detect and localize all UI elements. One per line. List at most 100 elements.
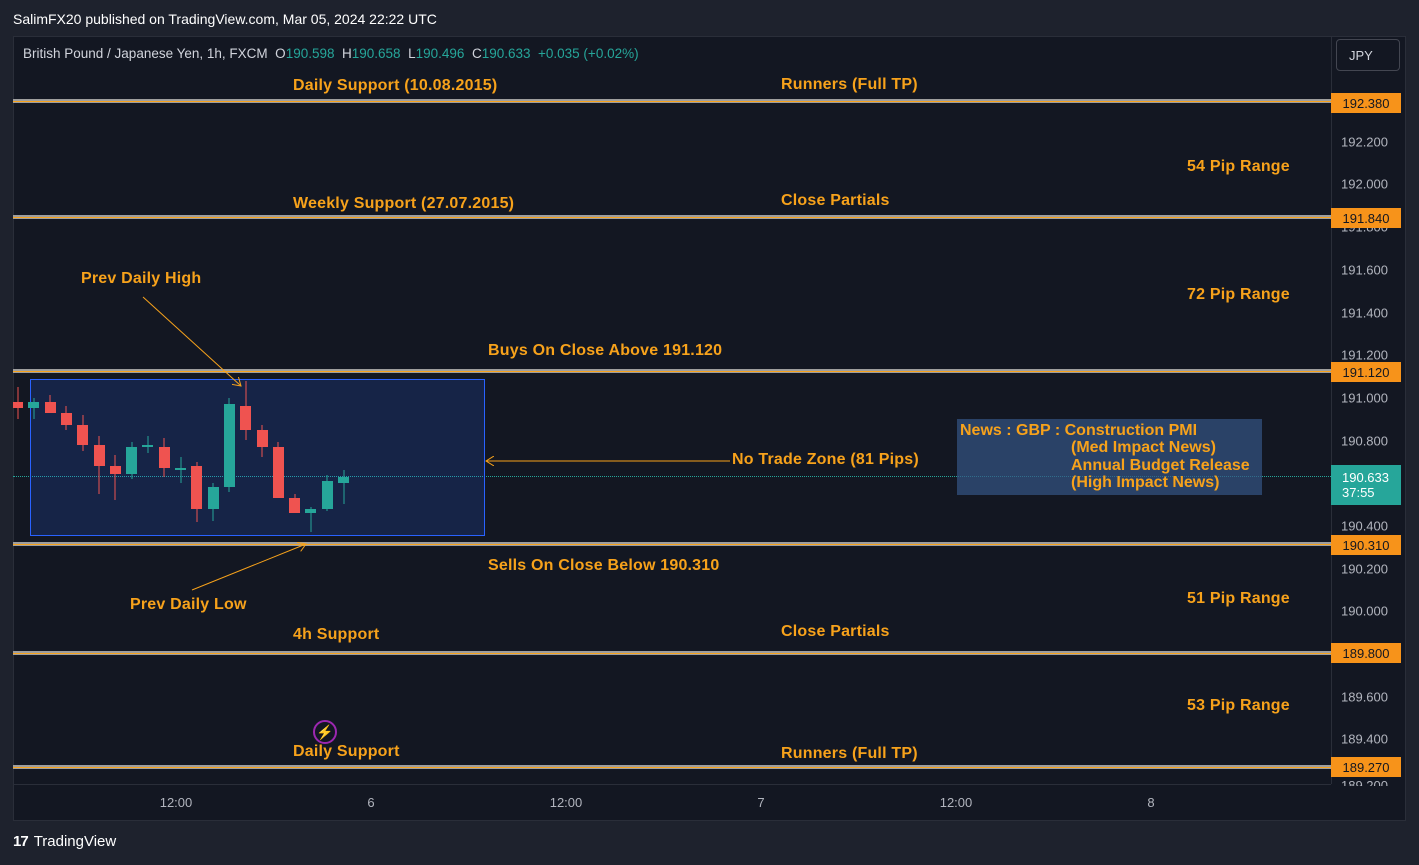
symbol-name[interactable]: British Pound / Japanese Yen, 1h, FXCM [23, 46, 268, 61]
price-tick: 189.600 [1341, 689, 1388, 705]
high-value: 190.658 [351, 46, 401, 61]
pip-range-51-label[interactable]: 51 Pip Range [1187, 590, 1290, 608]
time-tick: 7 [757, 795, 765, 810]
price-tick: 189.200 [1341, 778, 1388, 786]
candle-wick [114, 455, 116, 501]
candle [321, 474, 333, 511]
candle-body [256, 429, 268, 447]
candle-body [289, 498, 301, 513]
candle-wick [180, 457, 181, 484]
candle [77, 414, 89, 451]
price-tick: 191.200 [1341, 347, 1388, 363]
last-price-value: 190.633 [1342, 470, 1389, 485]
candle [44, 395, 56, 413]
candle-body [305, 508, 317, 513]
price-tick: 190.200 [1341, 561, 1388, 577]
price-tick: 191.600 [1341, 262, 1388, 278]
pip-range-53-label[interactable]: 53 Pip Range [1187, 697, 1290, 715]
candle [158, 438, 170, 477]
level-line-192380[interactable] [13, 99, 1331, 103]
close-partials-label-2[interactable]: Close Partials [781, 623, 890, 641]
prev-daily-low-label[interactable]: Prev Daily Low [130, 596, 247, 614]
candle [207, 483, 219, 522]
candle-body [28, 401, 40, 409]
level-line-191120[interactable] [13, 369, 1331, 373]
candle [256, 425, 268, 458]
level-line-189800[interactable] [13, 651, 1331, 655]
pip-range-72-label[interactable]: 72 Pip Range [1187, 286, 1290, 304]
price-tick: 191.000 [1341, 390, 1388, 406]
candle-body [338, 476, 349, 484]
open-value: 190.598 [285, 46, 335, 61]
level-badge-191840[interactable]: 191.840 [1331, 208, 1401, 228]
candle-body [191, 465, 203, 509]
candle [289, 493, 301, 513]
level-badge-189270[interactable]: 189.270 [1331, 757, 1401, 777]
runners-label-2[interactable]: Runners (Full TP) [781, 745, 918, 763]
prev-daily-high-label[interactable]: Prev Daily High [81, 270, 201, 288]
level-badge-189800[interactable]: 189.800 [1331, 643, 1401, 663]
support-4h-label[interactable]: 4h Support [293, 626, 379, 644]
candle [175, 457, 186, 484]
countdown-value: 37:55 [1342, 485, 1375, 500]
time-scale[interactable]: 12:00 6 12:00 7 12:00 8 [13, 784, 1331, 820]
weekly-support-label[interactable]: Weekly Support (27.07.2015) [293, 195, 514, 213]
publish-header: SalimFX20 published on TradingView.com, … [0, 0, 1419, 36]
low-key: L [408, 46, 416, 61]
tradingview-brand: TradingView [33, 833, 117, 850]
price-tick: 190.400 [1341, 518, 1388, 534]
close-value: 190.633 [481, 46, 531, 61]
candle-body [272, 446, 284, 498]
low-value: 190.496 [415, 46, 465, 61]
tradingview-watermark[interactable]: 17 TradingView [13, 833, 116, 850]
time-tick: 12:00 [939, 795, 973, 810]
candle-wick [33, 397, 35, 419]
level-line-190310[interactable] [13, 542, 1331, 546]
candle-body [44, 401, 56, 413]
buys-on-close-label[interactable]: Buys On Close Above 191.120 [488, 342, 722, 360]
news-line-2: (Med Impact News) [1071, 439, 1216, 456]
level-badge-192380[interactable]: 192.380 [1331, 93, 1401, 113]
price-tick: 189.400 [1341, 731, 1388, 747]
runners-label-1[interactable]: Runners (Full TP) [781, 76, 918, 94]
publish-line: SalimFX20 published on TradingView.com, … [13, 11, 437, 27]
daily-support-label-2[interactable]: Daily Support [293, 743, 400, 761]
candle [13, 386, 23, 419]
no-trade-zone-label[interactable]: No Trade Zone (81 Pips) [732, 451, 919, 469]
candle [60, 406, 72, 430]
news-title[interactable]: News : GBP : Construction PMI [960, 422, 1197, 440]
change-value: +0.035 (+0.02%) [538, 46, 639, 61]
time-tick: 8 [1147, 795, 1155, 810]
price-scale[interactable]: 192.200 192.000 191.800 191.600 191.400 … [1331, 36, 1406, 786]
sells-on-close-label[interactable]: Sells On Close Below 190.310 [488, 557, 719, 575]
level-badge-191120[interactable]: 191.120 [1331, 362, 1401, 382]
time-tick: 12:00 [159, 795, 193, 810]
close-partials-label-1[interactable]: Close Partials [781, 192, 890, 210]
price-tick: 192.000 [1341, 176, 1388, 192]
candle-wick [343, 470, 344, 505]
lightning-event-icon[interactable]: ⚡ [313, 720, 337, 744]
pip-range-54-label[interactable]: 54 Pip Range [1187, 158, 1290, 176]
price-tick: 190.800 [1341, 433, 1388, 449]
news-line-3: Annual Budget Release [1071, 457, 1250, 474]
price-tick: 192.200 [1341, 134, 1388, 150]
chart-pane[interactable] [13, 36, 1331, 784]
candle [338, 470, 349, 505]
time-tick: 6 [367, 795, 375, 810]
candle [223, 397, 235, 492]
candle [126, 442, 138, 479]
symbol-info[interactable]: British Pound / Japanese Yen, 1h, FXCM O… [23, 46, 639, 61]
level-badge-190310[interactable]: 190.310 [1331, 535, 1401, 555]
candle-body [13, 401, 23, 409]
candle-body [126, 446, 138, 475]
candle-body [240, 406, 252, 430]
daily-support-label-1[interactable]: Daily Support (10.08.2015) [293, 77, 497, 95]
close-key: C [471, 46, 482, 61]
level-line-189270[interactable] [13, 765, 1331, 769]
candle-body [109, 465, 121, 475]
level-line-191840[interactable] [13, 215, 1331, 219]
candle [272, 442, 284, 498]
last-price-badge: 190.633 37:55 [1331, 465, 1401, 505]
candle [191, 461, 203, 522]
candle-body [321, 480, 333, 509]
